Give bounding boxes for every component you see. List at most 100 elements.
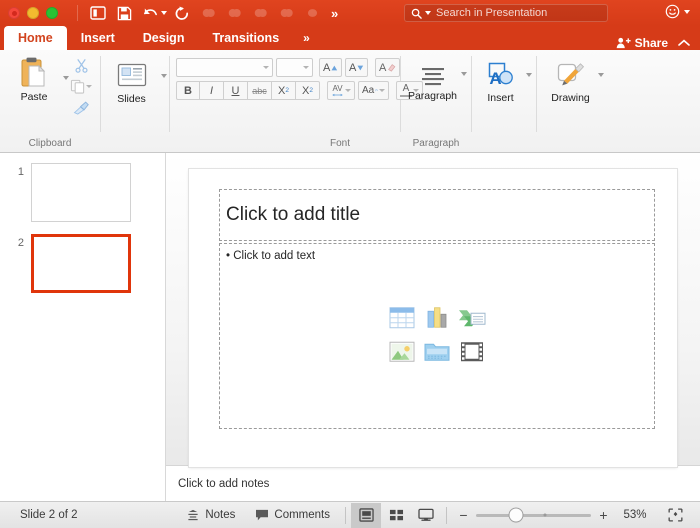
insert-picture-icon[interactable] (389, 340, 415, 368)
paste-button[interactable]: Paste (6, 54, 62, 103)
quick-access-overflow-button[interactable]: » (325, 6, 342, 21)
comments-button[interactable]: Comments (245, 509, 340, 521)
body-placeholder-text: • Click to add text (226, 250, 648, 262)
thumbnail-row-1[interactable]: 1 (0, 163, 165, 222)
font-name-caret-icon[interactable] (262, 66, 269, 69)
slide-thumbnail-2[interactable] (31, 234, 131, 293)
drawing-dropdown-caret[interactable] (597, 73, 604, 77)
zoom-slider-handle[interactable] (509, 508, 523, 522)
normal-view-button[interactable] (351, 502, 381, 528)
notes-pane[interactable]: Click to add notes (166, 465, 700, 501)
slide-canvas[interactable]: Click to add title • Click to add text (189, 169, 677, 467)
subscript-button[interactable]: X2 (296, 81, 320, 100)
scissors-icon (74, 59, 88, 73)
content-insert-icons (385, 306, 489, 368)
slide-thumbnail-pane[interactable]: 1 2 (0, 153, 166, 501)
slide-show-view-button[interactable] (411, 503, 441, 528)
drawing-button[interactable]: Drawing (545, 60, 597, 104)
sidebar-toggle-icon[interactable] (85, 2, 111, 24)
maximize-window-button[interactable] (46, 7, 58, 19)
underline-button[interactable]: U (224, 81, 248, 100)
insert-dropdown-caret[interactable] (525, 73, 532, 77)
tab-insert[interactable]: Insert (67, 26, 129, 50)
search-scope-caret[interactable] (425, 11, 431, 15)
zoom-level-label[interactable]: 53% (616, 509, 654, 521)
change-case-button[interactable]: Aa (358, 81, 389, 100)
cut-button[interactable] (69, 56, 93, 75)
title-placeholder[interactable]: Click to add title (219, 189, 655, 241)
insert-smartart-icon[interactable] (458, 306, 486, 334)
tab-home[interactable]: Home (4, 26, 67, 50)
redo-icon[interactable] (169, 2, 195, 24)
paintbrush-icon (73, 100, 89, 115)
zoom-slider[interactable] (476, 508, 591, 522)
ribbon-group-slides: Slides (101, 50, 169, 152)
undo-icon[interactable] (137, 2, 163, 24)
paragraph-group-label: Paragraph (412, 138, 460, 149)
qat-extra-4-icon[interactable] (273, 2, 299, 24)
copy-dropdown-caret[interactable] (86, 85, 92, 88)
slides-dropdown-caret[interactable] (160, 74, 167, 78)
share-person-icon (616, 37, 631, 49)
share-button[interactable]: Share (616, 36, 674, 50)
triangle-down-icon (357, 65, 364, 70)
content-placeholder[interactable]: • Click to add text (219, 243, 655, 429)
smiley-icon (665, 4, 680, 19)
qat-extra-2-icon[interactable] (221, 2, 247, 24)
superscript-button[interactable]: X2 (272, 81, 296, 100)
insert-textbox-shape-icon: A (488, 62, 513, 88)
character-spacing-button[interactable]: AV (327, 81, 355, 100)
triangle-up-icon (331, 65, 338, 70)
qat-extra-3-icon[interactable] (247, 2, 273, 24)
insert-button[interactable]: A Insert (477, 60, 525, 104)
shrink-font-button[interactable]: A (345, 58, 368, 77)
change-case-caret-icon[interactable] (379, 89, 385, 92)
fit-to-window-button[interactable] (660, 503, 690, 528)
paragraph-dropdown-caret[interactable] (460, 72, 467, 76)
bold-button[interactable]: B (176, 81, 200, 100)
subscript-base: X (302, 84, 310, 97)
slide-sorter-view-button[interactable] (381, 503, 411, 528)
insert-chart-icon[interactable] (424, 306, 450, 334)
insert-table-icon[interactable] (389, 306, 415, 334)
account-caret-icon[interactable] (684, 9, 690, 14)
font-name-input[interactable] (176, 58, 273, 77)
font-size-input[interactable] (275, 58, 313, 77)
collapse-ribbon-button[interactable] (674, 38, 700, 50)
tabs-overflow-button[interactable]: » (293, 26, 319, 50)
notes-toggle-button[interactable]: Notes (176, 509, 245, 521)
italic-button[interactable]: I (200, 81, 224, 100)
grow-font-button[interactable]: A (319, 58, 342, 77)
character-spacing-caret-icon[interactable] (345, 89, 351, 92)
quick-access-toolbar: » (85, 2, 342, 24)
paragraph-button[interactable]: Paragraph (406, 63, 460, 102)
save-icon[interactable] (111, 2, 137, 24)
slide-thumbnail-1[interactable] (31, 163, 131, 222)
format-painter-button[interactable] (69, 98, 93, 117)
minimize-window-button[interactable] (27, 7, 39, 19)
qat-extra-1-icon[interactable] (195, 2, 221, 24)
search-icon (411, 8, 422, 19)
account-menu[interactable] (665, 4, 692, 19)
workspace: 1 2 Click to add title • Click to add te… (0, 153, 700, 501)
normal-view-icon (358, 508, 374, 522)
font-size-caret-icon[interactable] (303, 66, 309, 69)
window-controls (8, 7, 58, 19)
slide-canvas-area[interactable]: Click to add title • Click to add text (166, 153, 700, 467)
status-bar: Slide 2 of 2 Notes Comments − + 53% (0, 501, 700, 528)
thumbnail-row-2[interactable]: 2 (0, 234, 165, 293)
zoom-in-button[interactable]: + (598, 507, 609, 523)
tab-transitions[interactable]: Transitions (198, 26, 293, 50)
undo-dropdown-caret[interactable] (161, 11, 167, 15)
strikethrough-button[interactable]: abc (248, 81, 272, 100)
copy-button[interactable] (69, 77, 93, 96)
picture-from-file-icon[interactable] (424, 340, 450, 368)
slides-button[interactable]: Slides (104, 60, 160, 105)
search-box[interactable]: Search in Presentation (404, 4, 608, 22)
zoom-out-button[interactable]: − (458, 507, 469, 523)
insert-video-icon[interactable] (460, 340, 484, 368)
qat-extra-5-icon[interactable] (299, 2, 325, 24)
clear-formatting-button[interactable]: A (375, 58, 400, 77)
close-window-button[interactable] (8, 7, 20, 19)
tab-design[interactable]: Design (129, 26, 199, 50)
